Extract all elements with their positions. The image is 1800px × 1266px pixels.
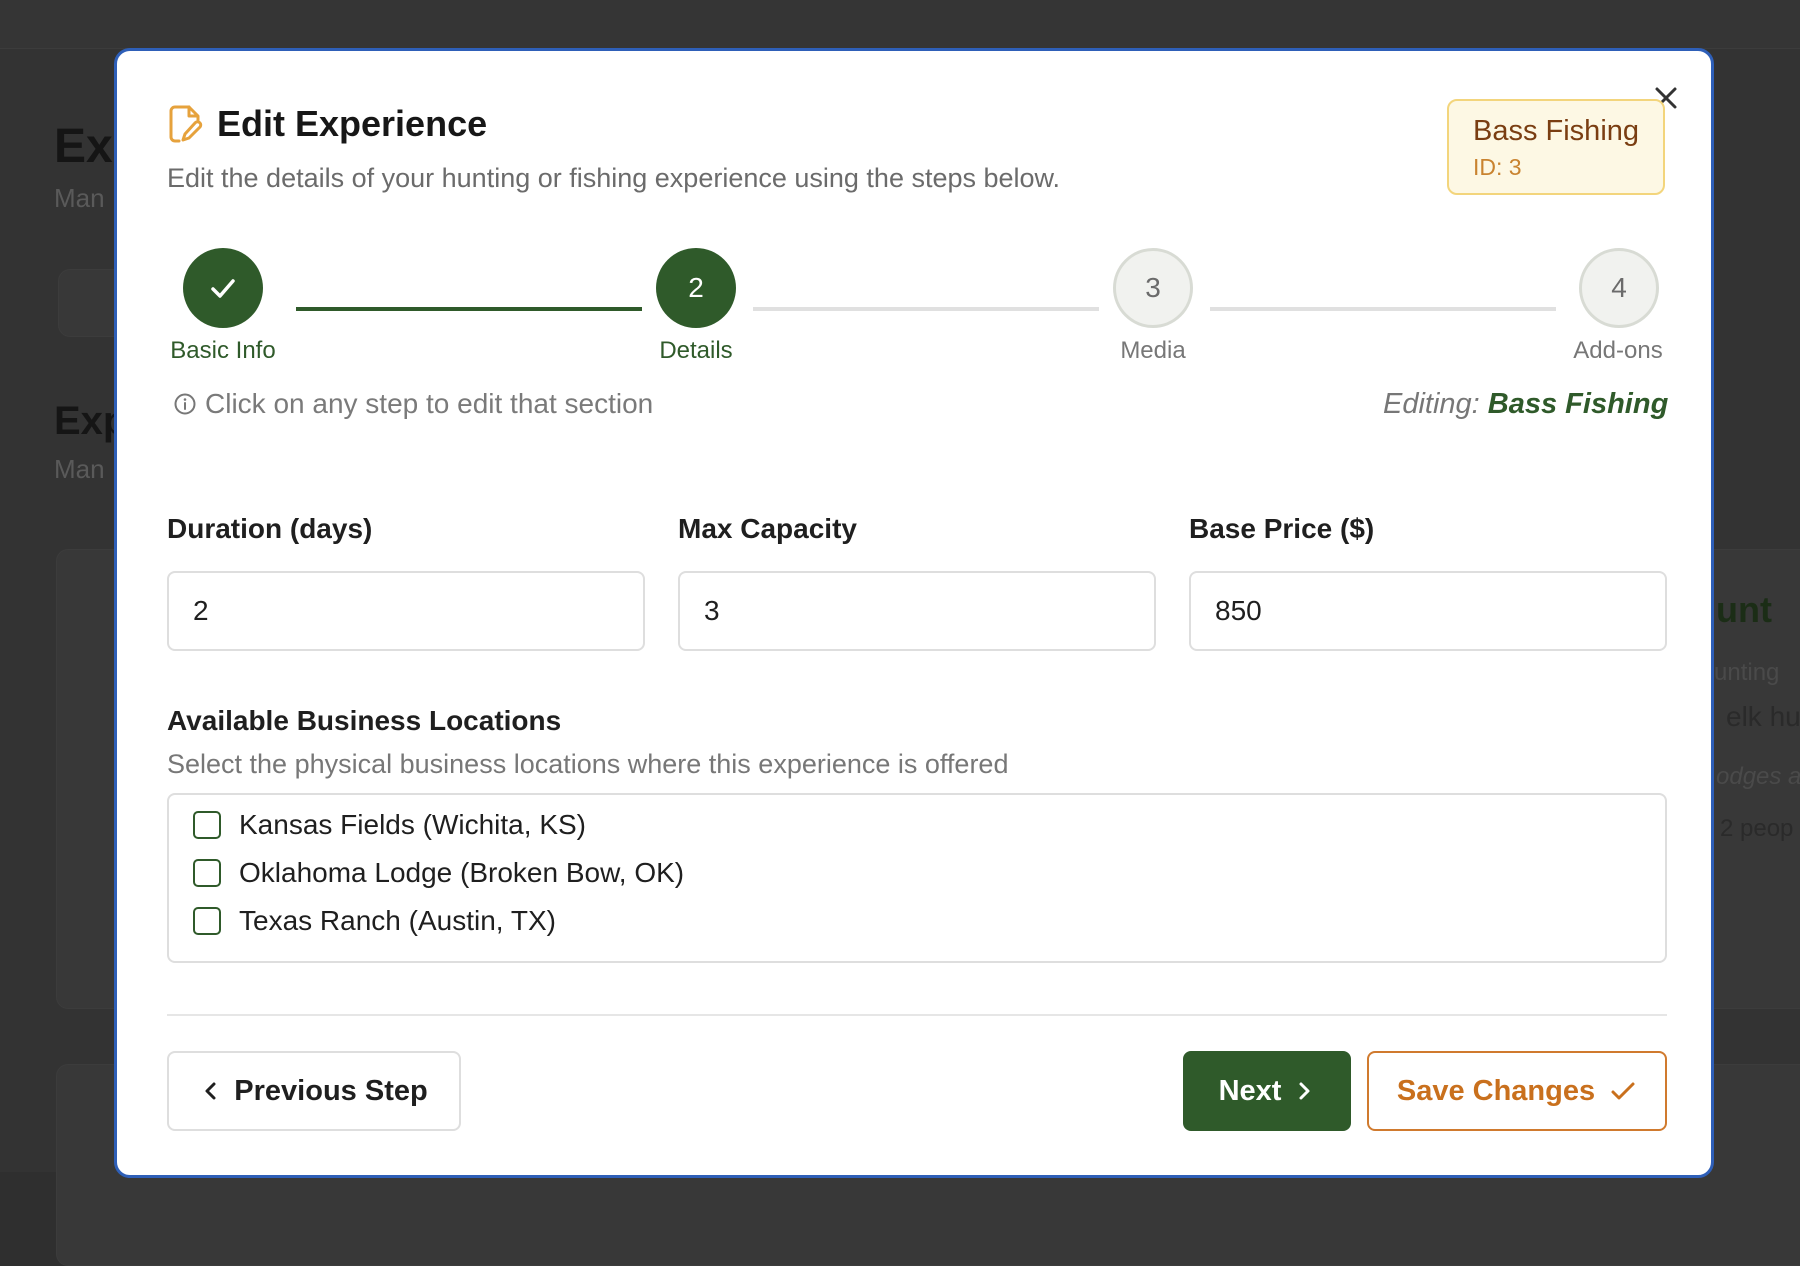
modal-title: Edit Experience: [217, 103, 488, 144]
step-media[interactable]: 3: [1113, 248, 1193, 328]
capacity-label: Max Capacity: [678, 513, 857, 544]
chevron-left-icon: [205, 1082, 216, 1100]
experience-badge: Bass Fishing ID: 3: [1447, 99, 1665, 195]
save-changes-button[interactable]: Save Changes: [1367, 1051, 1667, 1131]
price-input[interactable]: 850: [1189, 571, 1667, 651]
modal-subtitle: Edit the details of your hunting or fish…: [167, 163, 1061, 193]
location-label: Texas Ranch (Austin, TX): [239, 905, 556, 936]
location-checkbox[interactable]: [193, 811, 221, 839]
info-icon: [174, 393, 196, 415]
location-option-kansas[interactable]: Kansas Fields (Wichita, KS): [193, 809, 586, 841]
step-number: 3: [1145, 272, 1161, 303]
background-card-line: odges a: [1716, 763, 1800, 790]
next-button[interactable]: Next: [1183, 1051, 1351, 1131]
footer-divider: [167, 1014, 1667, 1016]
experience-badge-name: Bass Fishing: [1473, 115, 1640, 147]
step-connector-completed: [296, 307, 642, 311]
location-checkbox[interactable]: [193, 907, 221, 935]
capacity-input[interactable]: 3: [678, 571, 1156, 651]
step-connector: [1210, 307, 1556, 311]
location-option-oklahoma[interactable]: Oklahoma Lodge (Broken Bow, OK): [193, 857, 684, 889]
experience-badge-id: ID: 3: [1473, 154, 1522, 180]
check-icon: [1611, 1082, 1635, 1100]
location-checkbox[interactable]: [193, 859, 221, 887]
locations-description: Select the physical business locations w…: [167, 749, 1009, 779]
background-subheading: Man: [54, 183, 105, 213]
chevron-right-icon: [1299, 1082, 1310, 1100]
duration-input[interactable]: 2: [167, 571, 645, 651]
file-edit-icon: [169, 105, 203, 143]
step-number: 2: [688, 272, 704, 303]
previous-step-button[interactable]: Previous Step: [167, 1051, 461, 1131]
save-changes-label: Save Changes: [1396, 1074, 1596, 1107]
duration-label: Duration (days): [167, 513, 373, 544]
background-top-bar: [0, 0, 1800, 49]
editing-prefix: Editing:: [1383, 388, 1480, 420]
editing-indicator: Editing: Bass Fishing: [1383, 388, 1668, 421]
background-heading: Ex: [54, 120, 113, 173]
locations-label: Available Business Locations: [167, 705, 562, 736]
background-card-line: elk hu: [1726, 701, 1800, 732]
price-label: Base Price ($): [1189, 513, 1375, 544]
location-option-texas[interactable]: Texas Ranch (Austin, TX): [193, 905, 556, 937]
step-details[interactable]: 2: [656, 248, 736, 328]
modal-header: Edit Experience: [167, 103, 487, 145]
previous-step-label: Previous Step: [234, 1074, 428, 1107]
location-label: Kansas Fields (Wichita, KS): [239, 809, 586, 840]
stepper-hint-text: Click on any step to edit that section: [205, 388, 654, 419]
step-label: Basic Info: [170, 337, 276, 364]
check-icon: [211, 279, 235, 298]
step-connector: [753, 307, 1099, 311]
background-section-subheading: Man: [54, 454, 105, 484]
background-card-title: unt: [1716, 589, 1772, 630]
step-add-ons[interactable]: 4: [1579, 248, 1659, 328]
stepper-hint: Click on any step to edit that section: [173, 388, 653, 420]
step-label: Add-ons: [1573, 337, 1663, 364]
step-basic-info[interactable]: [183, 248, 263, 328]
next-label: Next: [1218, 1074, 1282, 1107]
background-card-line: unting: [1714, 659, 1780, 686]
background-card-line: 2 peop: [1720, 815, 1794, 842]
step-label: Details: [659, 337, 733, 364]
locations-list: Kansas Fields (Wichita, KS) Oklahoma Lod…: [167, 793, 1667, 963]
edit-experience-modal: Edit Experience Edit the details of your…: [114, 48, 1714, 1178]
step-label: Media: [1120, 337, 1186, 364]
step-number: 4: [1611, 272, 1627, 303]
location-label: Oklahoma Lodge (Broken Bow, OK): [239, 857, 685, 888]
editing-name: Bass Fishing: [1487, 388, 1669, 420]
